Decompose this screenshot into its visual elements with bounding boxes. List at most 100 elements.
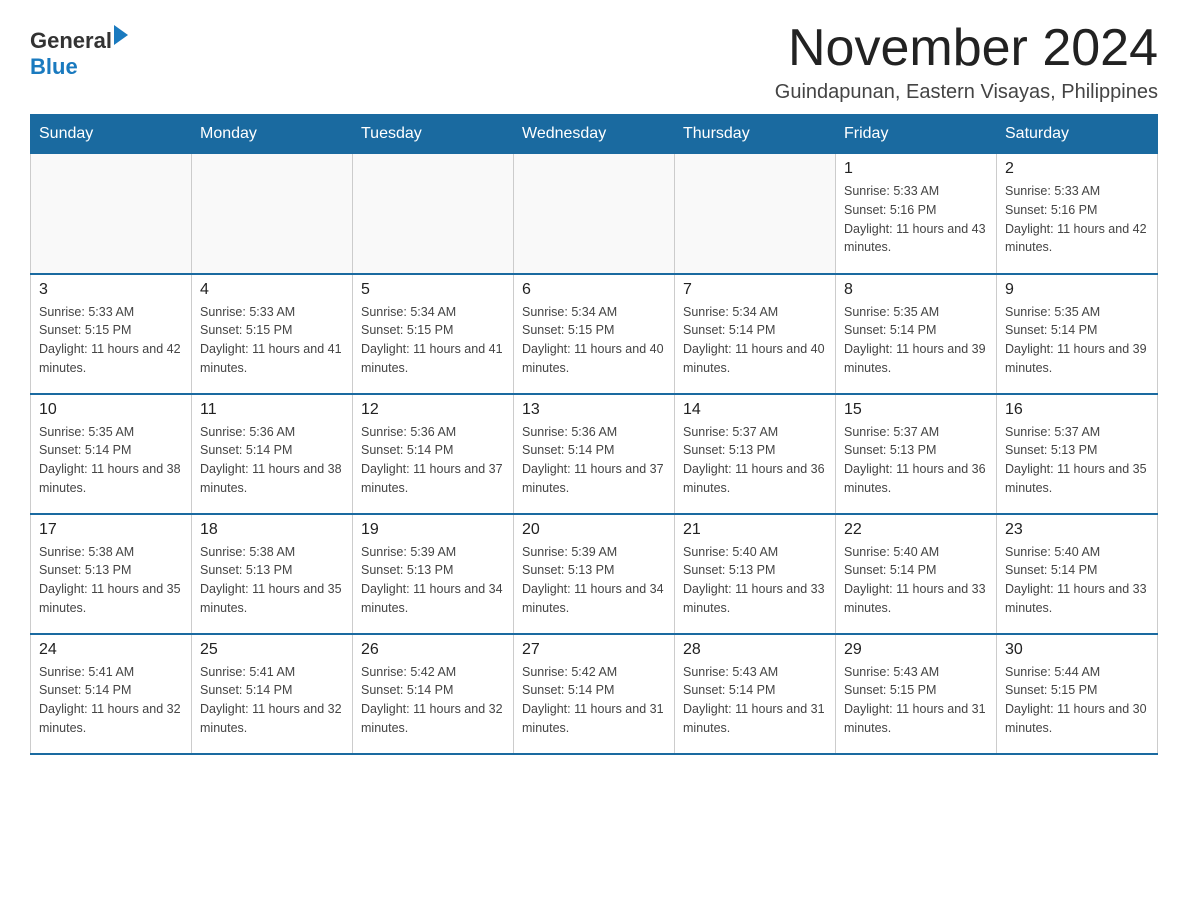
- col-friday: Friday: [836, 115, 997, 154]
- logo-blue: Blue: [30, 54, 128, 80]
- day-number: 12: [361, 401, 505, 419]
- day-info: Sunrise: 5:40 AMSunset: 5:14 PMDaylight:…: [844, 543, 988, 618]
- calendar-cell: 18 Sunrise: 5:38 AMSunset: 5:13 PMDaylig…: [192, 514, 353, 634]
- calendar-week-2: 3 Sunrise: 5:33 AMSunset: 5:15 PMDayligh…: [31, 274, 1158, 394]
- col-saturday: Saturday: [997, 115, 1158, 154]
- day-number: 25: [200, 641, 344, 659]
- calendar-table: Sunday Monday Tuesday Wednesday Thursday…: [30, 114, 1158, 755]
- day-info: Sunrise: 5:40 AMSunset: 5:13 PMDaylight:…: [683, 543, 827, 618]
- calendar-cell: 23 Sunrise: 5:40 AMSunset: 5:14 PMDaylig…: [997, 514, 1158, 634]
- day-number: 3: [39, 281, 183, 299]
- calendar-week-1: 1 Sunrise: 5:33 AMSunset: 5:16 PMDayligh…: [31, 154, 1158, 274]
- calendar-cell: 6 Sunrise: 5:34 AMSunset: 5:15 PMDayligh…: [514, 274, 675, 394]
- calendar-cell: 4 Sunrise: 5:33 AMSunset: 5:15 PMDayligh…: [192, 274, 353, 394]
- calendar-cell: 10 Sunrise: 5:35 AMSunset: 5:14 PMDaylig…: [31, 394, 192, 514]
- day-number: 8: [844, 281, 988, 299]
- calendar-cell: 12 Sunrise: 5:36 AMSunset: 5:14 PMDaylig…: [353, 394, 514, 514]
- col-sunday: Sunday: [31, 115, 192, 154]
- calendar-cell: 14 Sunrise: 5:37 AMSunset: 5:13 PMDaylig…: [675, 394, 836, 514]
- title-block: November 2024 Guindapunan, Eastern Visay…: [775, 20, 1158, 104]
- day-number: 22: [844, 521, 988, 539]
- calendar-cell: 19 Sunrise: 5:39 AMSunset: 5:13 PMDaylig…: [353, 514, 514, 634]
- day-info: Sunrise: 5:33 AMSunset: 5:16 PMDaylight:…: [844, 182, 988, 257]
- day-info: Sunrise: 5:38 AMSunset: 5:13 PMDaylight:…: [200, 543, 344, 618]
- calendar-cell: 26 Sunrise: 5:42 AMSunset: 5:14 PMDaylig…: [353, 634, 514, 754]
- day-info: Sunrise: 5:38 AMSunset: 5:13 PMDaylight:…: [39, 543, 183, 618]
- calendar-cell: 21 Sunrise: 5:40 AMSunset: 5:13 PMDaylig…: [675, 514, 836, 634]
- day-info: Sunrise: 5:40 AMSunset: 5:14 PMDaylight:…: [1005, 543, 1149, 618]
- calendar-cell: 16 Sunrise: 5:37 AMSunset: 5:13 PMDaylig…: [997, 394, 1158, 514]
- calendar-cell: 5 Sunrise: 5:34 AMSunset: 5:15 PMDayligh…: [353, 274, 514, 394]
- calendar-cell: 28 Sunrise: 5:43 AMSunset: 5:14 PMDaylig…: [675, 634, 836, 754]
- day-number: 18: [200, 521, 344, 539]
- calendar-cell: 9 Sunrise: 5:35 AMSunset: 5:14 PMDayligh…: [997, 274, 1158, 394]
- calendar-cell: 11 Sunrise: 5:36 AMSunset: 5:14 PMDaylig…: [192, 394, 353, 514]
- day-info: Sunrise: 5:36 AMSunset: 5:14 PMDaylight:…: [200, 423, 344, 498]
- calendar-cell: 29 Sunrise: 5:43 AMSunset: 5:15 PMDaylig…: [836, 634, 997, 754]
- day-number: 14: [683, 401, 827, 419]
- logo-text-block: General Blue: [30, 28, 128, 80]
- logo-general: General: [30, 28, 112, 54]
- day-info: Sunrise: 5:36 AMSunset: 5:14 PMDaylight:…: [361, 423, 505, 498]
- calendar-cell: 25 Sunrise: 5:41 AMSunset: 5:14 PMDaylig…: [192, 634, 353, 754]
- calendar-cell: [514, 154, 675, 274]
- day-info: Sunrise: 5:41 AMSunset: 5:14 PMDaylight:…: [200, 663, 344, 738]
- day-info: Sunrise: 5:39 AMSunset: 5:13 PMDaylight:…: [522, 543, 666, 618]
- calendar-cell: 13 Sunrise: 5:36 AMSunset: 5:14 PMDaylig…: [514, 394, 675, 514]
- day-info: Sunrise: 5:33 AMSunset: 5:16 PMDaylight:…: [1005, 182, 1149, 257]
- day-number: 17: [39, 521, 183, 539]
- day-info: Sunrise: 5:35 AMSunset: 5:14 PMDaylight:…: [1005, 303, 1149, 378]
- day-number: 30: [1005, 641, 1149, 659]
- day-number: 26: [361, 641, 505, 659]
- day-number: 13: [522, 401, 666, 419]
- col-monday: Monday: [192, 115, 353, 154]
- day-number: 10: [39, 401, 183, 419]
- day-number: 19: [361, 521, 505, 539]
- day-info: Sunrise: 5:34 AMSunset: 5:15 PMDaylight:…: [361, 303, 505, 378]
- calendar-cell: 27 Sunrise: 5:42 AMSunset: 5:14 PMDaylig…: [514, 634, 675, 754]
- location-subtitle: Guindapunan, Eastern Visayas, Philippine…: [775, 81, 1158, 104]
- day-info: Sunrise: 5:34 AMSunset: 5:14 PMDaylight:…: [683, 303, 827, 378]
- day-info: Sunrise: 5:39 AMSunset: 5:13 PMDaylight:…: [361, 543, 505, 618]
- day-info: Sunrise: 5:41 AMSunset: 5:14 PMDaylight:…: [39, 663, 183, 738]
- calendar-week-3: 10 Sunrise: 5:35 AMSunset: 5:14 PMDaylig…: [31, 394, 1158, 514]
- day-number: 11: [200, 401, 344, 419]
- day-info: Sunrise: 5:37 AMSunset: 5:13 PMDaylight:…: [683, 423, 827, 498]
- day-info: Sunrise: 5:33 AMSunset: 5:15 PMDaylight:…: [39, 303, 183, 378]
- calendar-cell: [192, 154, 353, 274]
- calendar-cell: [353, 154, 514, 274]
- day-info: Sunrise: 5:43 AMSunset: 5:14 PMDaylight:…: [683, 663, 827, 738]
- col-thursday: Thursday: [675, 115, 836, 154]
- day-number: 1: [844, 160, 988, 178]
- calendar-body: 1 Sunrise: 5:33 AMSunset: 5:16 PMDayligh…: [31, 154, 1158, 754]
- day-info: Sunrise: 5:42 AMSunset: 5:14 PMDaylight:…: [361, 663, 505, 738]
- day-info: Sunrise: 5:35 AMSunset: 5:14 PMDaylight:…: [844, 303, 988, 378]
- day-number: 6: [522, 281, 666, 299]
- calendar-cell: 30 Sunrise: 5:44 AMSunset: 5:15 PMDaylig…: [997, 634, 1158, 754]
- calendar-cell: 17 Sunrise: 5:38 AMSunset: 5:13 PMDaylig…: [31, 514, 192, 634]
- day-number: 23: [1005, 521, 1149, 539]
- col-tuesday: Tuesday: [353, 115, 514, 154]
- day-number: 21: [683, 521, 827, 539]
- day-number: 5: [361, 281, 505, 299]
- day-info: Sunrise: 5:37 AMSunset: 5:13 PMDaylight:…: [1005, 423, 1149, 498]
- day-info: Sunrise: 5:43 AMSunset: 5:15 PMDaylight:…: [844, 663, 988, 738]
- calendar-cell: 8 Sunrise: 5:35 AMSunset: 5:14 PMDayligh…: [836, 274, 997, 394]
- calendar-cell: 3 Sunrise: 5:33 AMSunset: 5:15 PMDayligh…: [31, 274, 192, 394]
- calendar-cell: 15 Sunrise: 5:37 AMSunset: 5:13 PMDaylig…: [836, 394, 997, 514]
- calendar-cell: [675, 154, 836, 274]
- logo: General Blue: [30, 28, 128, 80]
- calendar-cell: 7 Sunrise: 5:34 AMSunset: 5:14 PMDayligh…: [675, 274, 836, 394]
- page-header: General Blue November 2024 Guindapunan, …: [30, 20, 1158, 104]
- calendar-header: Sunday Monday Tuesday Wednesday Thursday…: [31, 115, 1158, 154]
- day-number: 24: [39, 641, 183, 659]
- calendar-cell: 22 Sunrise: 5:40 AMSunset: 5:14 PMDaylig…: [836, 514, 997, 634]
- day-number: 4: [200, 281, 344, 299]
- day-info: Sunrise: 5:42 AMSunset: 5:14 PMDaylight:…: [522, 663, 666, 738]
- day-info: Sunrise: 5:35 AMSunset: 5:14 PMDaylight:…: [39, 423, 183, 498]
- day-info: Sunrise: 5:33 AMSunset: 5:15 PMDaylight:…: [200, 303, 344, 378]
- day-number: 7: [683, 281, 827, 299]
- day-info: Sunrise: 5:44 AMSunset: 5:15 PMDaylight:…: [1005, 663, 1149, 738]
- calendar-cell: 2 Sunrise: 5:33 AMSunset: 5:16 PMDayligh…: [997, 154, 1158, 274]
- calendar-cell: 24 Sunrise: 5:41 AMSunset: 5:14 PMDaylig…: [31, 634, 192, 754]
